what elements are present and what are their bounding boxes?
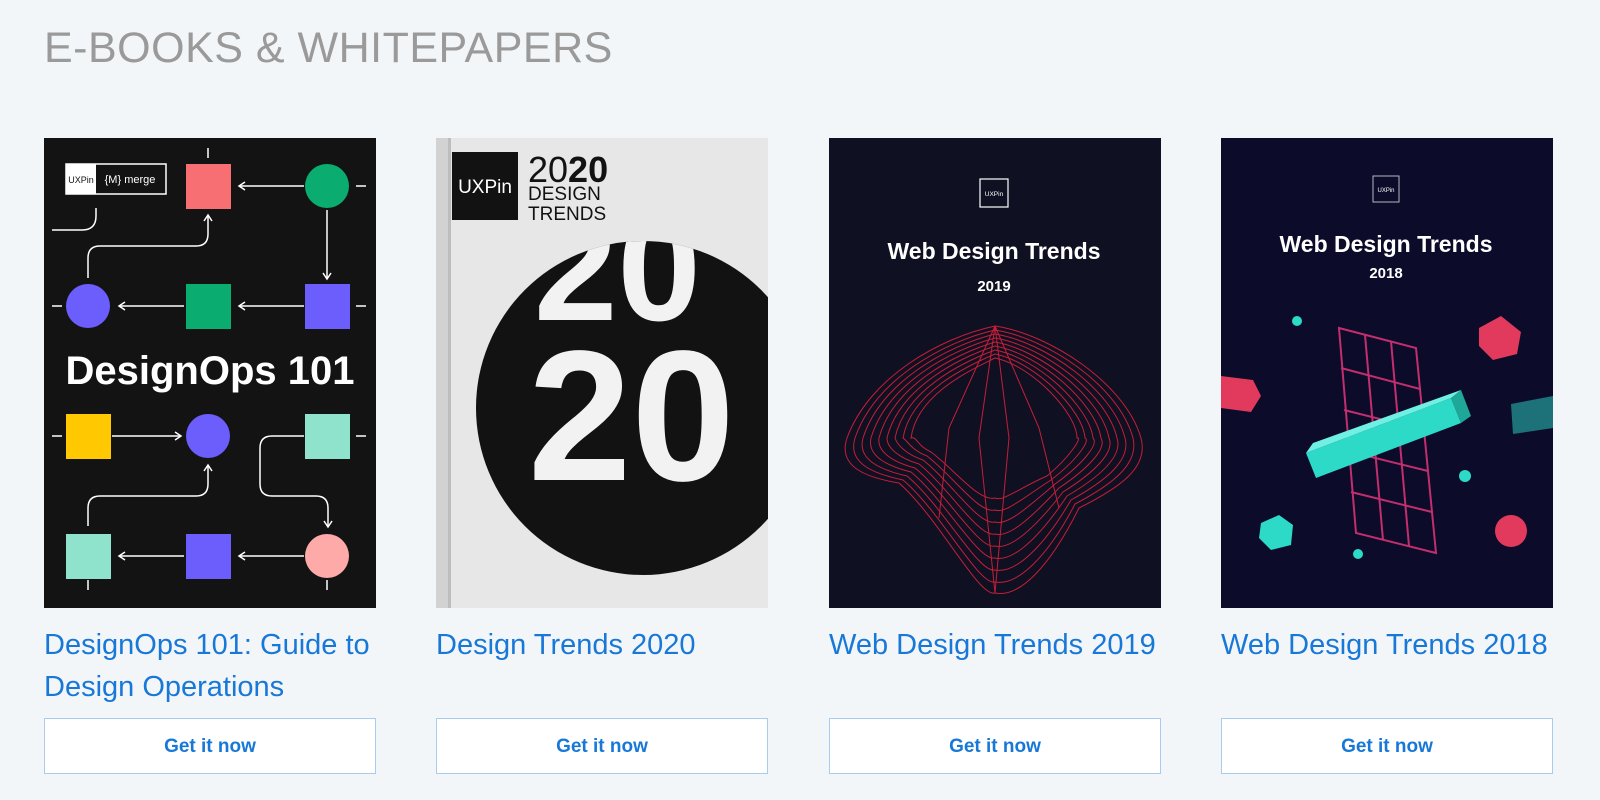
brand-logo: UXPin <box>452 152 518 220</box>
cover-designops-101[interactable]: UXPin {M} merge DesignOps 101 <box>44 138 376 608</box>
ebook-title-link[interactable]: Web Design Trends 2019 <box>829 624 1161 718</box>
ebook-card-web-design-trends-2018: UXPin Web Design Trends 2018 Web Design … <box>1221 138 1553 774</box>
cover-web-design-trends-2019[interactable]: UXPin Web Design Trends 2019 <box>829 138 1161 608</box>
svg-text:{M} merge: {M} merge <box>105 174 156 186</box>
cover-year: 2018 <box>1369 265 1402 282</box>
ebook-title-link[interactable]: DesignOps 101: Guide to Design Operation… <box>44 624 376 718</box>
svg-text:20: 20 <box>528 313 735 520</box>
ebook-card-web-design-trends-2019: UXPin Web Design Trends 2019 Web Design … <box>829 138 1161 774</box>
get-it-now-button[interactable]: Get it now <box>44 718 376 774</box>
cover-year: 2019 <box>977 278 1010 295</box>
cover-headline: Web Design Trends <box>887 238 1100 264</box>
ebook-card-design-trends-2020: UXPin 2020 DESIGN TRENDS 20 20 Design Tr… <box>436 138 768 774</box>
cover-line-design: DESIGN <box>528 184 601 205</box>
cover-headline: DesignOps 101 <box>65 349 354 393</box>
cover-line-trends: TRENDS <box>528 204 606 225</box>
get-it-now-button[interactable]: Get it now <box>1221 718 1553 774</box>
get-it-now-button[interactable]: Get it now <box>829 718 1161 774</box>
ebook-title-link[interactable]: Design Trends 2020 <box>436 624 768 718</box>
ebook-title-link[interactable]: Web Design Trends 2018 <box>1221 624 1553 718</box>
get-it-now-button[interactable]: Get it now <box>436 718 768 774</box>
svg-text:UXPin: UXPin <box>1377 188 1394 194</box>
section-title: E-BOOKS & WHITEPAPERS <box>44 24 613 72</box>
svg-text:UXPin: UXPin <box>985 191 1004 198</box>
svg-text:UXPin: UXPin <box>68 175 94 185</box>
ebook-card-designops: UXPin {M} merge DesignOps 101 DesignOps … <box>44 138 376 774</box>
svg-text:UXPin: UXPin <box>458 177 512 198</box>
cover-headline: Web Design Trends <box>1279 231 1492 257</box>
cover-web-design-trends-2018[interactable]: UXPin Web Design Trends 2018 <box>1221 138 1553 608</box>
cover-design-trends-2020[interactable]: UXPin 2020 DESIGN TRENDS 20 20 <box>436 138 768 608</box>
